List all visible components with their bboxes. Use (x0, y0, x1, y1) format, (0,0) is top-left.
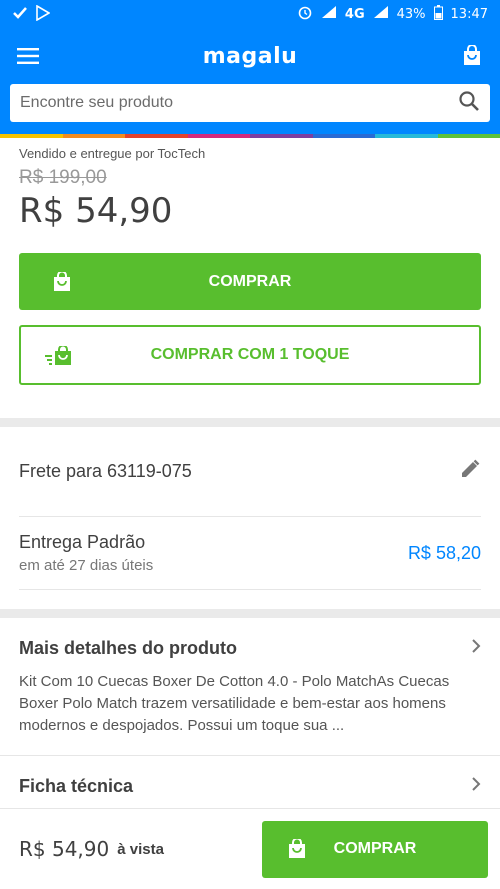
alarm-icon (297, 4, 313, 24)
brand-logo[interactable]: magalu (203, 44, 298, 69)
bottom-buy-label: COMPRAR (333, 840, 417, 857)
one-touch-buy-label: COMPRAR COM 1 TOQUE (150, 346, 350, 363)
delivery-price: R$ 58,20 (407, 542, 481, 563)
chevron-right-icon (471, 776, 481, 797)
status-bar: 4G 43% 13:47 (0, 0, 500, 28)
bottom-purchase-bar: R$ 54,90 à vista COMPRAR (0, 808, 500, 889)
shopping-bag-icon (52, 270, 72, 297)
battery-level: 43% (396, 6, 426, 22)
one-touch-buy-button[interactable]: COMPRAR COM 1 TOQUE (19, 325, 481, 385)
battery-icon (433, 4, 443, 24)
shopping-bag-icon (287, 837, 307, 864)
freight-label: Frete para 63119-075 (19, 461, 192, 481)
signal-icon (321, 5, 337, 23)
delivery-title: Entrega Padrão (19, 532, 146, 552)
edit-pencil-icon[interactable] (459, 458, 481, 485)
app-header: magalu (0, 28, 500, 84)
buy-button[interactable]: COMPRAR (19, 253, 481, 310)
search-icon[interactable] (458, 90, 480, 117)
product-details-section[interactable]: Mais detalhes do produto Kit Com 10 Cuec… (0, 618, 500, 756)
network-type: 4G (344, 6, 365, 22)
search-placeholder: Encontre seu produto (20, 94, 173, 111)
current-price: R$ 54,90 (19, 191, 173, 231)
section-divider (0, 418, 500, 427)
brand-color-strip (0, 134, 500, 138)
status-notifications (12, 4, 51, 24)
bottom-price: R$ 54,90 (19, 837, 110, 861)
signal-icon-2 (373, 5, 389, 23)
old-price: R$ 199,00 (19, 167, 107, 188)
buy-button-label: COMPRAR (208, 272, 292, 290)
chevron-right-icon (471, 638, 481, 659)
status-indicators: 4G 43% 13:47 (297, 4, 488, 24)
tech-sheet-title: Ficha técnica (19, 776, 134, 796)
bottom-buy-button[interactable]: COMPRAR (262, 820, 488, 878)
payment-condition: à vista (117, 840, 164, 858)
delivery-subtitle: em até 27 dias úteis (19, 557, 154, 574)
delivery-option[interactable]: Entrega Padrão em até 27 dias úteis R$ 5… (19, 517, 481, 590)
shopping-bag-icon[interactable] (456, 40, 488, 72)
search-input[interactable]: Encontre seu produto (10, 84, 490, 122)
details-title: Mais detalhes do produto (19, 638, 238, 658)
section-divider (0, 609, 500, 618)
details-text: Kit Com 10 Cuecas Boxer De Cotton 4.0 - … (19, 673, 450, 734)
clock: 13:47 (450, 6, 488, 22)
check-icon (12, 5, 28, 24)
play-store-icon (36, 4, 51, 24)
hamburger-icon[interactable] (12, 40, 44, 72)
search-bar: Encontre seu produto (0, 84, 500, 134)
fast-bag-icon (45, 344, 73, 371)
seller-info: Vendido e entregue por TocTech (19, 146, 206, 161)
freight-row[interactable]: Frete para 63119-075 (19, 427, 481, 517)
